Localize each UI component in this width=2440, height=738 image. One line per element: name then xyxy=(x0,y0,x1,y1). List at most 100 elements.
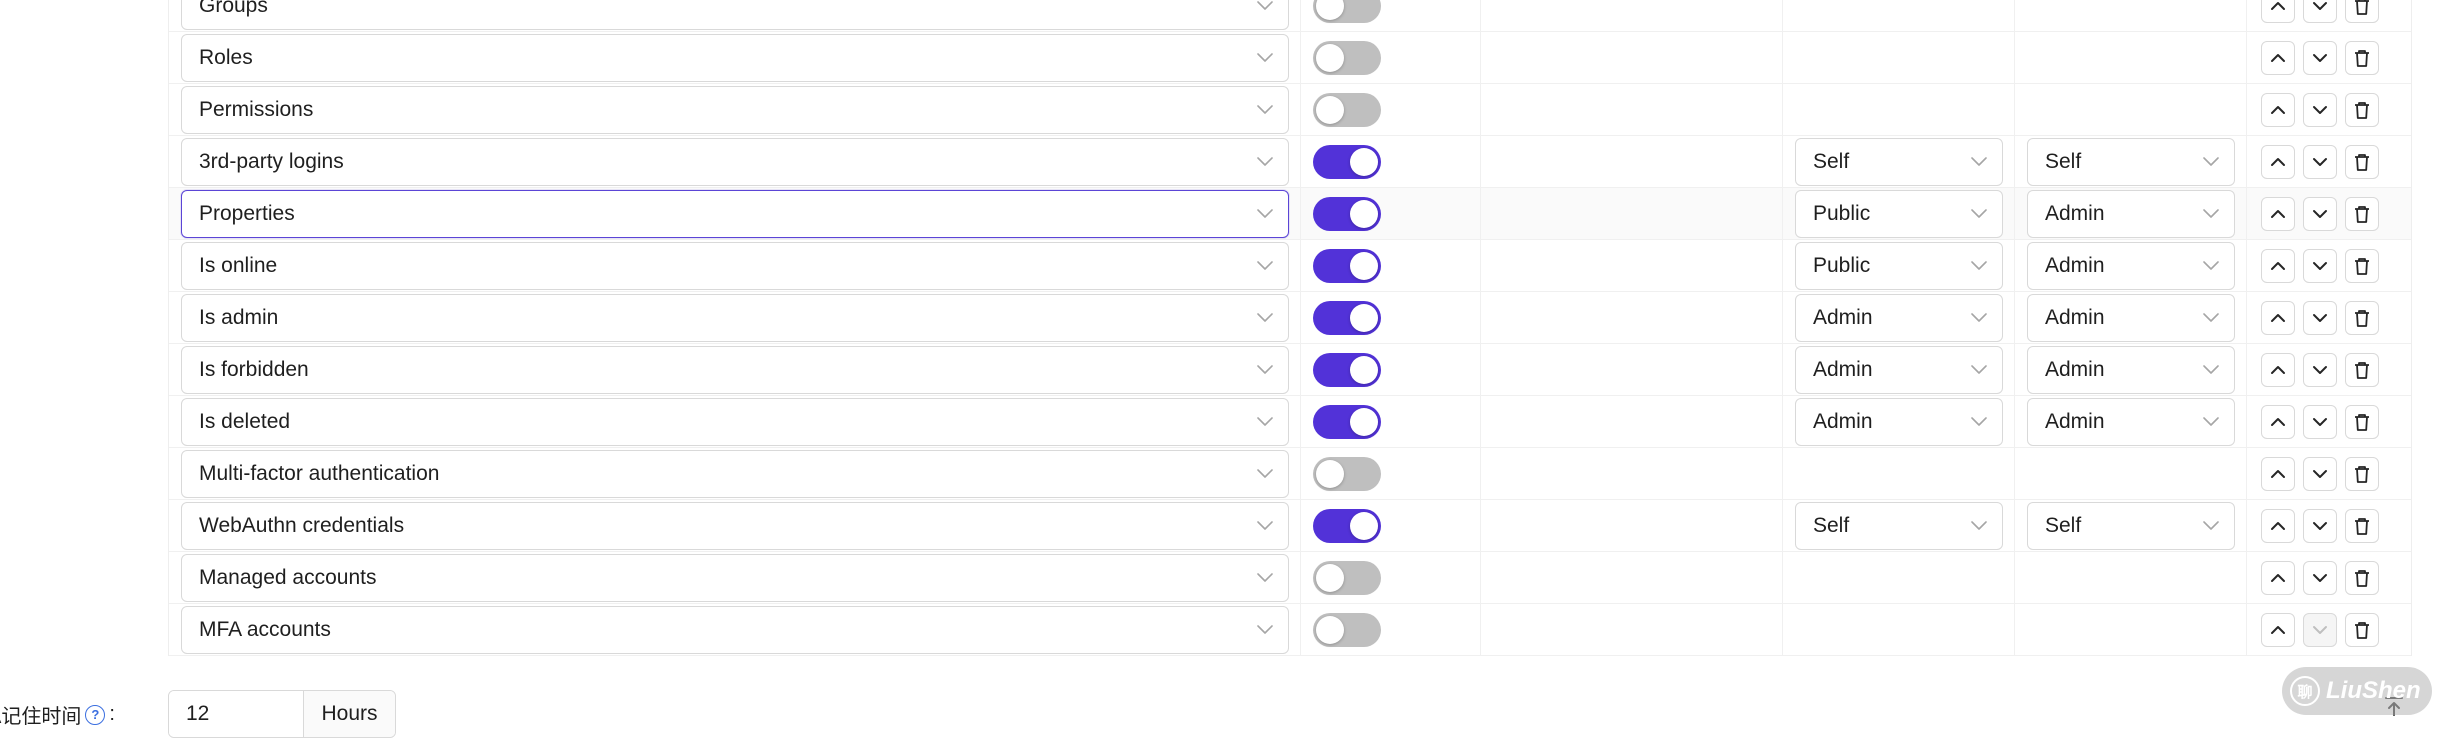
move-down-button[interactable] xyxy=(2303,560,2337,595)
delete-button[interactable] xyxy=(2345,92,2379,127)
modify-rule-cell xyxy=(2015,0,2247,31)
modify-rule-select[interactable]: Self xyxy=(2027,137,2235,186)
move-down-button[interactable] xyxy=(2303,0,2337,23)
item-name-select[interactable]: Is admin xyxy=(181,293,1289,342)
chevron-up-icon xyxy=(2270,1,2286,11)
item-name-select[interactable]: Is forbidden xyxy=(181,345,1289,394)
watermark-logo: 聊 LiuShen xyxy=(2282,667,2432,715)
view-rule-select[interactable]: Public xyxy=(1795,241,2003,290)
modify-rule-select[interactable]: Admin xyxy=(2027,189,2235,238)
move-up-button[interactable] xyxy=(2261,456,2295,491)
visible-toggle[interactable] xyxy=(1313,560,1381,595)
item-name-select-value: MFA accounts xyxy=(199,617,331,641)
chevron-up-icon xyxy=(2270,157,2286,167)
item-name-select[interactable]: Properties xyxy=(181,189,1289,238)
chevron-up-icon xyxy=(2270,53,2286,63)
modify-rule-select[interactable]: Admin xyxy=(2027,293,2235,342)
item-name-select-value: Is online xyxy=(199,253,278,277)
visible-toggle[interactable] xyxy=(1313,612,1381,647)
item-name-select[interactable]: Managed accounts xyxy=(181,553,1289,602)
view-rule-select[interactable]: Self xyxy=(1795,501,2003,550)
move-up-button[interactable] xyxy=(2261,0,2295,23)
help-icon[interactable]: ? xyxy=(85,704,106,725)
remember-time-input[interactable] xyxy=(169,691,303,737)
move-up-button[interactable] xyxy=(2261,508,2295,543)
toggle-cell xyxy=(1301,188,1481,239)
move-up-button[interactable] xyxy=(2261,248,2295,283)
delete-button[interactable] xyxy=(2345,404,2379,439)
view-rule-select[interactable]: Public xyxy=(1795,189,2003,238)
delete-button[interactable] xyxy=(2345,0,2379,23)
actions-cell xyxy=(2247,448,2411,499)
move-up-button[interactable] xyxy=(2261,40,2295,75)
visible-toggle[interactable] xyxy=(1313,352,1381,387)
move-down-button[interactable] xyxy=(2303,92,2337,127)
delete-button[interactable] xyxy=(2345,508,2379,543)
delete-button[interactable] xyxy=(2345,40,2379,75)
item-name-select[interactable]: Is deleted xyxy=(181,397,1289,446)
delete-button[interactable] xyxy=(2345,612,2379,647)
move-down-button[interactable] xyxy=(2303,456,2337,491)
item-name-select-value: Is deleted xyxy=(199,409,291,433)
visible-toggle[interactable] xyxy=(1313,0,1381,23)
visible-toggle[interactable] xyxy=(1313,300,1381,335)
visible-toggle[interactable] xyxy=(1313,248,1381,283)
empty-cell xyxy=(1481,188,1783,239)
view-rule-cell xyxy=(1783,32,2015,83)
visible-toggle[interactable] xyxy=(1313,92,1381,127)
item-name-select[interactable]: Roles xyxy=(181,33,1289,82)
delete-button[interactable] xyxy=(2345,560,2379,595)
move-down-button[interactable] xyxy=(2303,352,2337,387)
move-up-button[interactable] xyxy=(2261,404,2295,439)
delete-button[interactable] xyxy=(2345,196,2379,231)
move-up-button[interactable] xyxy=(2261,92,2295,127)
modify-rule-select[interactable]: Admin xyxy=(2027,241,2235,290)
name-cell: Properties xyxy=(169,188,1301,239)
modify-rule-select[interactable]: Admin xyxy=(2027,397,2235,446)
delete-button[interactable] xyxy=(2345,300,2379,335)
chevron-up-icon xyxy=(2270,365,2286,375)
move-up-button[interactable] xyxy=(2261,612,2295,647)
delete-button[interactable] xyxy=(2345,248,2379,283)
move-up-button[interactable] xyxy=(2261,300,2295,335)
visible-toggle[interactable] xyxy=(1313,456,1381,491)
delete-button[interactable] xyxy=(2345,456,2379,491)
delete-button[interactable] xyxy=(2345,144,2379,179)
item-name-select[interactable]: Groups xyxy=(181,0,1289,30)
modify-rule-cell xyxy=(2015,552,2247,603)
name-cell: Is deleted xyxy=(169,396,1301,447)
name-cell: Permissions xyxy=(169,84,1301,135)
move-up-button[interactable] xyxy=(2261,196,2295,231)
item-name-select[interactable]: MFA accounts xyxy=(181,605,1289,654)
move-down-button[interactable] xyxy=(2303,40,2337,75)
move-up-button[interactable] xyxy=(2261,560,2295,595)
delete-button[interactable] xyxy=(2345,352,2379,387)
item-name-select[interactable]: WebAuthn credentials xyxy=(181,501,1289,550)
chevron-down-icon xyxy=(2312,261,2328,271)
move-down-button[interactable] xyxy=(2303,196,2337,231)
modify-rule-select[interactable]: Self xyxy=(2027,501,2235,550)
view-rule-select[interactable]: Admin xyxy=(1795,345,2003,394)
visible-toggle[interactable] xyxy=(1313,196,1381,231)
modify-rule-select[interactable]: Admin xyxy=(2027,345,2235,394)
visible-toggle[interactable] xyxy=(1313,144,1381,179)
visible-toggle[interactable] xyxy=(1313,40,1381,75)
move-down-button[interactable] xyxy=(2303,248,2337,283)
modify-rule-cell xyxy=(2015,604,2247,655)
move-up-button[interactable] xyxy=(2261,352,2295,387)
visible-toggle[interactable] xyxy=(1313,508,1381,543)
item-name-select[interactable]: Multi-factor authentication xyxy=(181,449,1289,498)
item-name-select[interactable]: Permissions xyxy=(181,85,1289,134)
move-down-button[interactable] xyxy=(2303,508,2337,543)
view-rule-select[interactable]: Admin xyxy=(1795,293,2003,342)
view-rule-select[interactable]: Self xyxy=(1795,137,2003,186)
move-down-button[interactable] xyxy=(2303,404,2337,439)
item-name-select[interactable]: 3rd-party logins xyxy=(181,137,1289,186)
visible-toggle[interactable] xyxy=(1313,404,1381,439)
move-down-button[interactable] xyxy=(2303,300,2337,335)
item-name-select[interactable]: Is online xyxy=(181,241,1289,290)
view-rule-select[interactable]: Admin xyxy=(1795,397,2003,446)
move-up-button[interactable] xyxy=(2261,144,2295,179)
move-down-button[interactable] xyxy=(2303,144,2337,179)
view-rule-cell: Self xyxy=(1783,136,2015,187)
